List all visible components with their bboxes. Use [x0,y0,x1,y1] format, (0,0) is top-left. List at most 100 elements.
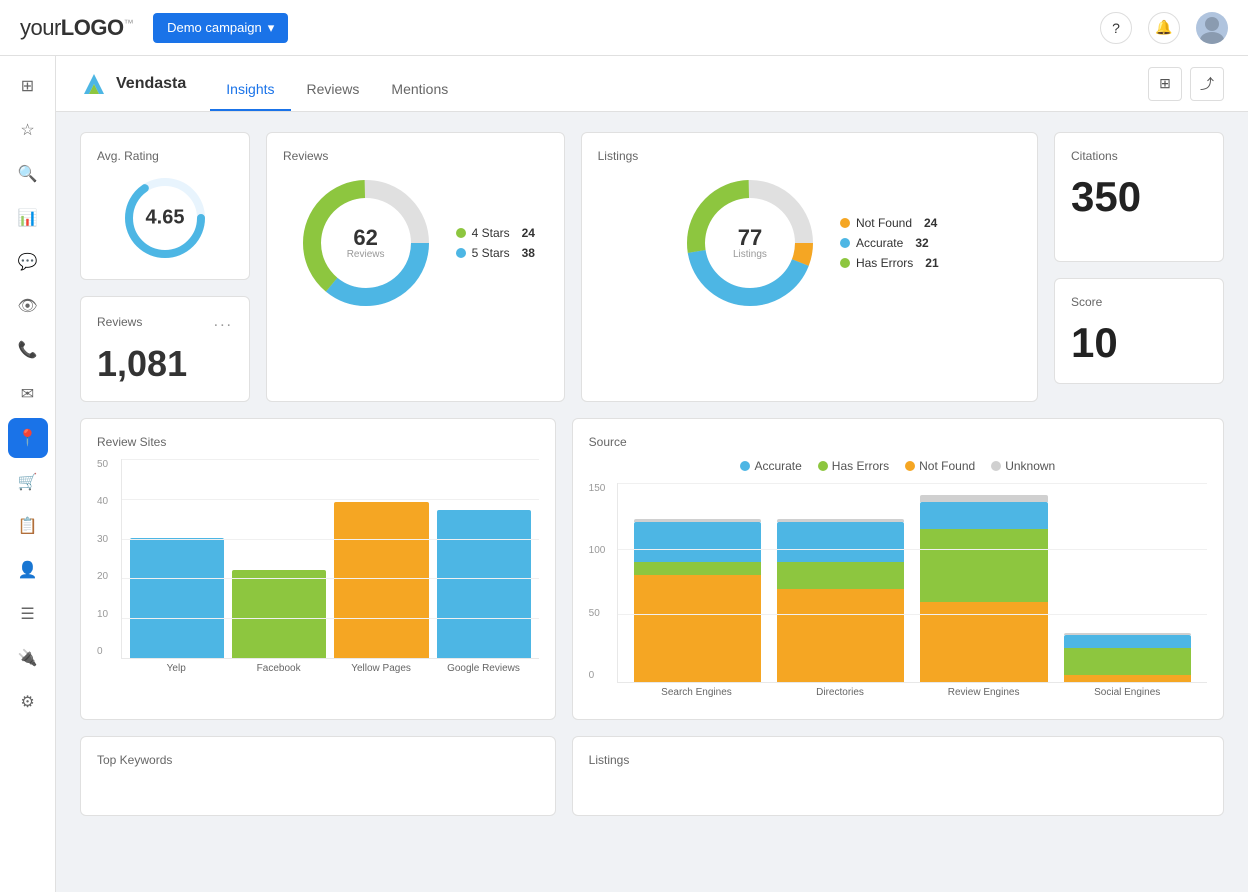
reviews-count-header: Reviews ... [97,313,233,331]
reviews-donut-svg-wrap: 62 Reviews [296,173,436,313]
message-icon: 💬 [18,252,38,272]
source-legend-haserrors-dot [818,461,828,471]
top-nav: yourLOGO™ Demo campaign ▾ ? 🔔 [0,0,1248,56]
left-col: Avg. Rating 4.65 [80,132,250,402]
score-value: 10 [1071,319,1207,367]
source-title: Source [589,435,1207,449]
phone-icon: 📞 [18,340,38,360]
sidebar-item-phone[interactable]: 📞 [8,330,48,370]
source-seg-search-accurate [634,522,761,562]
reviews-donut-area: 62 Reviews 4 Stars 24 5 Stars [283,173,548,313]
listings-bottom-title: Listings [589,753,1207,767]
logo-bold: LOGO [61,15,124,40]
share-button[interactable]: ⤴ [1190,67,1224,101]
source-y-100: 100 [589,545,617,556]
listings-legend-accurate-dot [840,238,850,248]
reports-icon: 📋 [18,516,38,536]
source-seg-search-notfound [634,575,761,682]
source-legend: Accurate Has Errors Not Found Unknown [589,459,1207,473]
bar-group-yelp [130,538,224,658]
help-button[interactable]: ? [1100,12,1132,44]
reviews-donut-num: 62 [347,227,385,249]
listings-donut-num: 77 [733,227,767,249]
listings-donut-card: Listings 77 [581,132,1038,402]
tab-insights[interactable]: Insights [210,56,290,111]
sidebar-item-location[interactable]: 📍 [8,418,48,458]
sidebar-item-dashboard[interactable]: 📊 [8,198,48,238]
sidebar-item-messages[interactable]: 💬 [8,242,48,282]
grid-line-30 [122,539,539,540]
notifications-button[interactable]: 🔔 [1148,12,1180,44]
plugin-icon: 🔌 [18,648,38,668]
sidebar-item-settings[interactable]: ⚙ [8,682,48,722]
x-label-social: Social Engines [1063,687,1191,698]
source-legend-unknown: Unknown [991,459,1055,473]
citations-card: Citations 350 [1054,132,1224,262]
reviews-donut-card: Reviews 62 Reviews [266,132,565,402]
grid-line-20 [122,578,539,579]
sub-header: Vendasta Insights Reviews Mentions ⊞ ⤴ [56,56,1248,112]
home-icon: ⊞ [21,76,34,96]
sidebar-item-plugins[interactable]: 🔌 [8,638,48,678]
listings-legend-haserrors-label: Has Errors [856,256,913,270]
source-seg-social-notfound [1064,675,1191,682]
tab-mentions[interactable]: Mentions [375,56,464,111]
source-chart-grid [617,483,1207,683]
users-icon: 👤 [18,560,38,580]
reviews-donut-sub: Reviews [347,249,385,260]
logo-text: your [20,15,61,40]
citations-title: Citations [1071,149,1207,163]
source-card: Source Accurate Has Errors Not Found [572,418,1224,720]
reviews-legend-4stars: 4 Stars 24 [456,226,535,240]
sidebar-item-monitor[interactable]: 👁 [8,286,48,326]
grid-line-10 [122,618,539,619]
x-label-yelp: Yelp [129,663,223,674]
source-seg-social-accurate [1064,635,1191,648]
sidebar-item-search[interactable]: 🔍 [8,154,48,194]
avg-rating-title: Avg. Rating [97,149,233,163]
store-icon: 🛒 [18,472,38,492]
x-label-facebook: Facebook [231,663,325,674]
source-legend-accurate: Accurate [740,459,801,473]
gear-icon: ⚙ [20,692,34,712]
x-label-search: Search Engines [633,687,761,698]
monitor-icon: 👁 [17,296,37,316]
listings-donut-legend: Not Found 24 Accurate 32 Has Errors 21 [840,216,939,270]
sidebar-item-home[interactable]: ⊞ [8,66,48,106]
source-seg-dir-accurate [777,522,904,562]
score-card: Score 10 [1054,278,1224,384]
reviews-more-button[interactable]: ... [214,313,233,331]
grid-line-40 [122,499,539,500]
source-y-axis: 0 50 100 150 [589,483,617,703]
review-sites-chart-wrap: 0 10 20 30 40 50 [97,459,539,679]
source-legend-notfound-dot [905,461,915,471]
logo-tm: ™ [124,18,134,29]
listings-legend-haserrors: Has Errors 21 [840,256,939,270]
source-legend-unknown-label: Unknown [1005,459,1055,473]
source-grid-150 [618,483,1207,484]
sidebar-item-email[interactable]: ✉ [8,374,48,414]
sidebar-item-users[interactable]: 👤 [8,550,48,590]
source-seg-dir-haserrors [777,562,904,589]
source-legend-notfound: Not Found [905,459,975,473]
vendasta-logo-icon [80,70,108,98]
listings-donut-svg-wrap: 77 Listings [680,173,820,313]
top-nav-right: ? 🔔 [1100,12,1228,44]
top-keywords-card: Top Keywords [80,736,556,816]
sidebar-item-store[interactable]: 🛒 [8,462,48,502]
columns-button[interactable]: ⊞ [1148,67,1182,101]
sidebar-item-list[interactable]: ☰ [8,594,48,634]
sidebar-item-reports[interactable]: 📋 [8,506,48,546]
search-icon: 🔍 [18,164,38,184]
avatar[interactable] [1196,12,1228,44]
sidebar-item-star[interactable]: ☆ [8,110,48,150]
tab-reviews[interactable]: Reviews [291,56,376,111]
campaign-button[interactable]: Demo campaign ▾ [153,13,288,43]
review-sites-title: Review Sites [97,435,539,449]
reviews-legend-5stars-count: 38 [522,246,535,260]
bar-yelp [130,538,224,658]
source-seg-search-haserrors [634,562,761,575]
source-bar-review [920,495,1047,682]
y-label-30: 30 [97,534,121,545]
y-label-10: 10 [97,609,121,620]
